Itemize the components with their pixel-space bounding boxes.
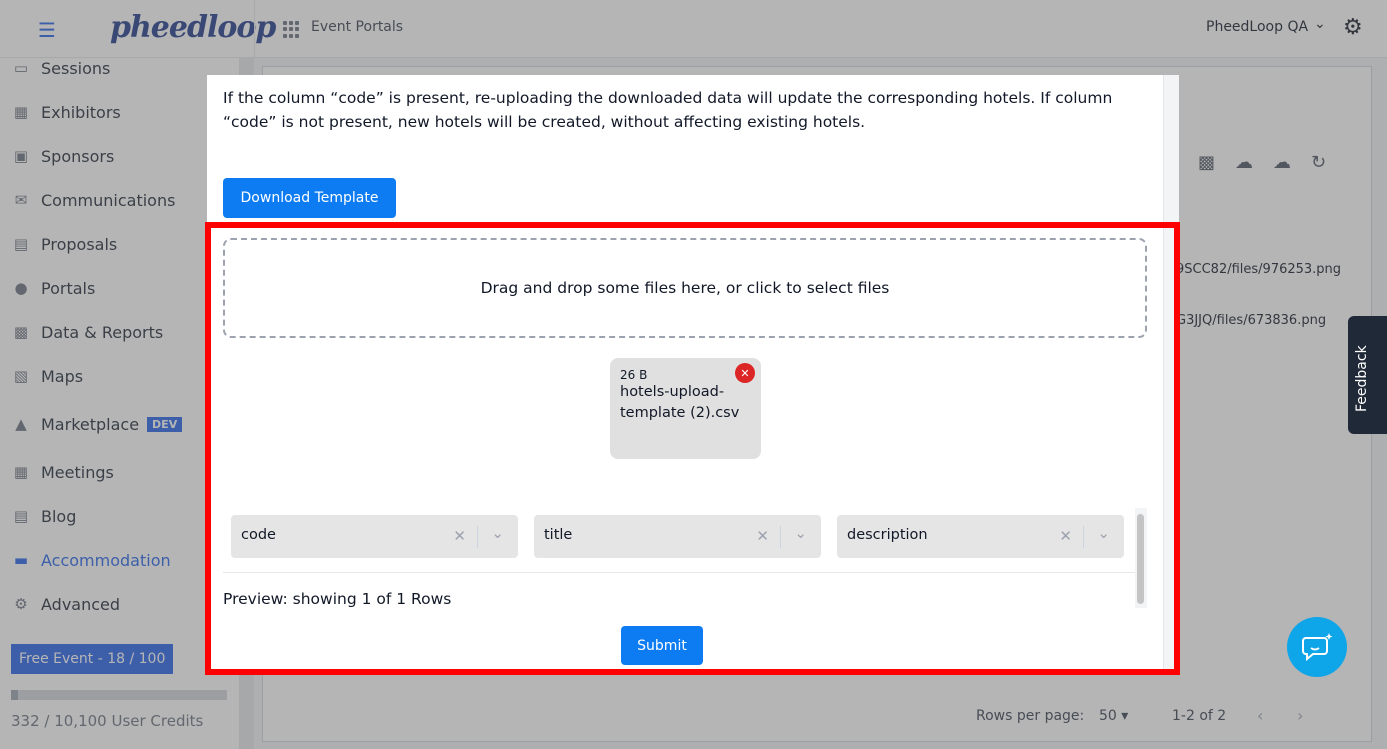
remove-file-icon[interactable]: ✕ bbox=[735, 363, 755, 383]
divider bbox=[1083, 526, 1084, 548]
file-dropzone[interactable]: Drag and drop some files here, or click … bbox=[223, 238, 1147, 338]
file-name: hotels-upload-template (2).csv bbox=[620, 384, 740, 421]
chevron-down-icon[interactable]: ⌄ bbox=[794, 524, 807, 542]
preview-status: Preview: showing 1 of 1 Rows bbox=[223, 590, 452, 608]
download-template-button[interactable]: Download Template bbox=[223, 178, 396, 218]
chevron-down-icon[interactable]: ⌄ bbox=[1097, 524, 1110, 542]
chevron-down-icon[interactable]: ⌄ bbox=[491, 524, 504, 542]
submit-button[interactable]: Submit bbox=[621, 626, 703, 665]
divider bbox=[780, 526, 781, 548]
feedback-tab[interactable]: Feedback bbox=[1348, 316, 1387, 434]
chat-bubble-icon bbox=[1302, 633, 1333, 662]
clear-icon[interactable]: ✕ bbox=[1059, 527, 1072, 545]
file-size: 26 B bbox=[620, 368, 648, 382]
dropzone-text: Drag and drop some files here, or click … bbox=[480, 279, 890, 297]
upload-instructions: If the column “code” is present, re-uplo… bbox=[223, 89, 1113, 131]
feedback-label: Feedback bbox=[1354, 345, 1370, 412]
scrollbar-thumb[interactable] bbox=[1137, 514, 1144, 604]
divider bbox=[477, 526, 478, 548]
chat-support-button[interactable] bbox=[1287, 617, 1347, 677]
clear-icon[interactable]: ✕ bbox=[453, 527, 466, 545]
modal-scrollbar[interactable] bbox=[1163, 75, 1179, 673]
column-mapping-value: description bbox=[847, 527, 928, 543]
column-mapping-select[interactable]: code ✕ ⌄ bbox=[231, 515, 518, 558]
column-mapping-value: title bbox=[544, 527, 573, 543]
clear-icon[interactable]: ✕ bbox=[756, 527, 769, 545]
preview-scrollbar[interactable] bbox=[1135, 508, 1147, 608]
column-mapping-select[interactable]: description ✕ ⌄ bbox=[837, 515, 1124, 558]
divider bbox=[223, 572, 1135, 573]
column-mapping-value: code bbox=[241, 527, 276, 543]
column-mapping-select[interactable]: title ✕ ⌄ bbox=[534, 515, 821, 558]
